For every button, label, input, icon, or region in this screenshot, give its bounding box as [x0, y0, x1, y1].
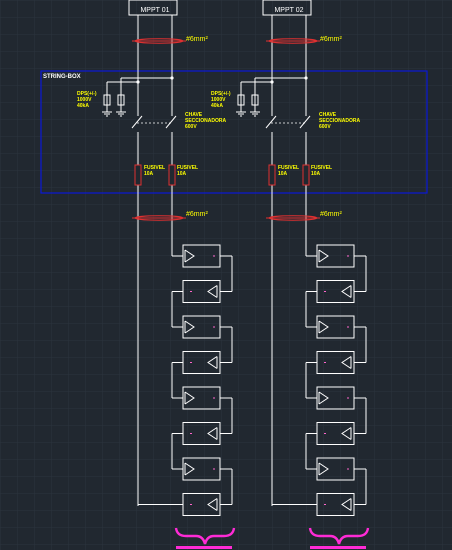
switch-label: 600V	[319, 124, 331, 130]
dps-label: 40kA	[211, 103, 223, 109]
fuse-right	[302, 164, 310, 186]
cable-spec-top: #6mm²	[320, 36, 342, 43]
dps-label: 40kA	[77, 103, 89, 109]
cable-spec-top: #6mm²	[186, 36, 208, 43]
fuse-left	[134, 164, 142, 186]
fuse-label-right: 10A	[311, 171, 321, 177]
fuse-label-right: 10A	[177, 171, 187, 177]
grid	[0, 0, 452, 550]
cable-spec-bottom: #6mm²	[186, 211, 208, 218]
cable-spec-bottom: #6mm²	[320, 211, 342, 218]
mppt-label: MPPT 02	[274, 7, 303, 14]
fuse-left	[268, 164, 276, 186]
fuse-label-left: 10A	[144, 171, 154, 177]
brace-caption-mark	[310, 546, 366, 549]
mppt-label: MPPT 01	[140, 7, 169, 14]
single-line-diagram: STRING-BOX MPPT 01#6mm²DPS(+/-)1000V40kA…	[0, 0, 452, 550]
string-box-title: STRING-BOX	[43, 74, 81, 80]
fuse-right	[168, 164, 176, 186]
switch-label: 600V	[185, 124, 197, 130]
brace-caption-mark	[176, 546, 232, 549]
fuse-label-left: 10A	[278, 171, 288, 177]
